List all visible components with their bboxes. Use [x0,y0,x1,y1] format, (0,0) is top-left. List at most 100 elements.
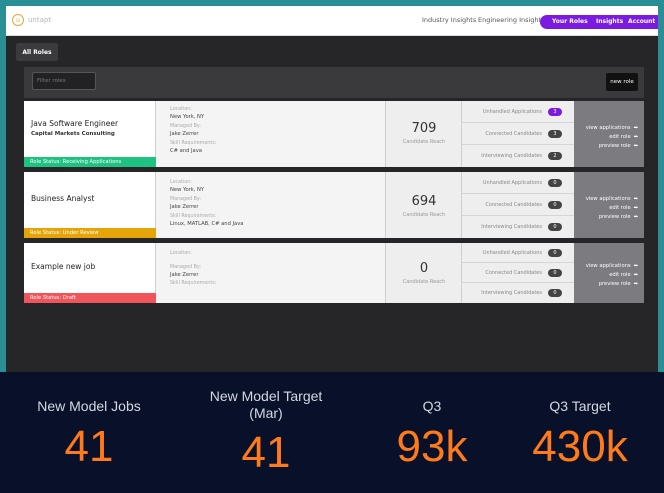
action-label: view applications [585,263,631,269]
action-label: edit role [609,205,631,211]
new-role-button[interactable]: new role [606,73,638,91]
role-actions: view applications ➡ edit role ➡ preview ro… [574,172,644,238]
count-row-unhandled[interactable]: Unhandled Applications 0 [462,172,574,194]
role-actions: view applications ➡ edit role ➡ preview ro… [574,243,644,303]
nav-account[interactable]: Account [628,18,655,25]
role-details: Location: Managed By: Jake Zerrer Skill … [156,243,386,303]
role-title: Example new job [31,262,96,271]
location-label: Location: [170,251,192,256]
stats-panel: New Model Jobs 41 New Model Target (Mar)… [0,372,664,493]
nav-insights[interactable]: Insights [596,18,623,25]
preview-role-link[interactable]: preview role ➡ [599,143,638,149]
role-status-bar: Role Status: Receiving Applications [24,157,156,167]
view-applications-link[interactable]: view applications ➡ [586,263,638,269]
action-label: edit role [609,272,631,278]
edit-role-link[interactable]: edit role ➡ [609,134,638,140]
view-applications-link[interactable]: view applications ➡ [586,125,638,131]
stat-q3-target: Q3 Target 430k [514,398,646,469]
count-row-interviewing[interactable]: Interviewing Candidates 0 [462,216,574,238]
count-label: Unhandled Applications [482,180,542,186]
count-row-connected[interactable]: Connected Candidates 0 [462,263,574,283]
skills-label: Skill Requirements: [170,281,217,286]
count-row-unhandled[interactable]: Unhandled Applications 0 [462,243,574,263]
count-badge: 3 [548,108,562,116]
role-title: Java Software Engineer [31,119,119,128]
count-row-interviewing[interactable]: Interviewing Candidates 2 [462,145,574,167]
nav-industry-insights[interactable]: Industry Insights [422,16,476,24]
arrow-right-icon: ➡ [633,263,638,269]
role-details: Location: New York, NY Managed By: Jake … [156,172,386,238]
location-value: New York, NY [170,114,205,120]
candidate-reach-value: 0 [419,261,429,276]
count-badge: 0 [548,269,562,277]
candidate-reach-label: Candidate Reach [402,212,446,218]
action-label: preview role [598,143,631,149]
candidate-reach: 694 Candidate Reach [386,172,462,238]
action-label: preview role [598,281,631,287]
nav-engineering-insights[interactable]: Engineering Insights [478,16,544,24]
action-label: preview role [598,214,631,220]
arrow-right-icon: ➡ [633,281,638,287]
tab-all-roles[interactable]: All Roles [16,43,58,61]
count-badge: 0 [548,223,562,231]
candidate-reach-value: 694 [411,194,437,209]
action-label: edit role [609,134,631,140]
stat-value: 41 [241,428,291,477]
managed-by-value: Jake Zerrer [170,131,199,137]
preview-role-link[interactable]: preview role ➡ [599,281,638,287]
count-label: Interviewing Candidates [481,224,542,230]
count-label: Connected Candidates [485,270,542,276]
candidate-counts: Unhandled Applications 0 Connected Candi… [462,243,574,303]
count-label: Interviewing Candidates [481,153,542,159]
count-badge: 0 [548,179,562,187]
count-label: Unhandled Applications [482,109,542,115]
arrow-right-icon: ➡ [633,125,638,131]
preview-role-link[interactable]: preview role ➡ [599,214,638,220]
count-row-connected[interactable]: Connected Candidates 3 [462,123,574,145]
skills-value: C# and Java [170,148,202,154]
role-actions: view applications ➡ edit role ➡ preview ro… [574,101,644,167]
count-badge: 0 [548,249,562,257]
role-title-box[interactable]: Business Analyst Role Status: Under Revi… [24,172,156,238]
count-label: Unhandled Applications [482,250,542,256]
arrow-right-icon: ➡ [633,143,638,149]
edit-role-link[interactable]: edit role ➡ [609,272,638,278]
arrow-right-icon: ➡ [633,205,638,211]
managed-by-value: Jake Zerrer [170,272,199,278]
edit-role-link[interactable]: edit role ➡ [609,205,638,211]
filter-roles-input[interactable] [32,72,96,90]
skills-label: Skill Requirements: [170,214,217,219]
count-row-connected[interactable]: Connected Candidates 0 [462,194,574,216]
stat-label: Q3 [422,398,442,414]
role-company: Capital Markets Consulting [31,131,115,137]
stat-q3: Q3 93k [380,398,484,469]
logo-text: untapt [28,16,52,24]
location-label: Location: [170,107,192,112]
action-label: view applications [585,125,631,131]
role-card: Java Software Engineer Capital Markets C… [24,101,644,167]
stat-value: 41 [64,422,114,471]
stat-new-model-jobs: New Model Jobs 41 [26,398,152,469]
action-label: view applications [585,196,631,202]
role-title-box[interactable]: Example new job Role Status: Draft [24,243,156,303]
stat-label: New Model Jobs [37,398,141,414]
count-badge: 3 [548,130,562,138]
count-label: Connected Candidates [485,202,542,208]
count-row-unhandled[interactable]: Unhandled Applications 3 [462,101,574,123]
candidate-reach-label: Candidate Reach [402,279,446,285]
skills-value: Linux, MATLAB, C# and Java [170,221,244,227]
nav-your-roles[interactable]: Your Roles [552,18,588,25]
view-applications-link[interactable]: view applications ➡ [586,196,638,202]
count-label: Connected Candidates [485,131,542,137]
filter-bar: new role [24,67,644,98]
logo[interactable]: u untapt [12,14,51,26]
count-row-interviewing[interactable]: Interviewing Candidates 0 [462,283,574,303]
role-details: Location: New York, NY Managed By: Jake … [156,101,386,167]
role-card: Example new job Role Status: Draft Locat… [24,243,644,303]
stat-value: 93k [396,422,468,471]
role-title-box[interactable]: Java Software Engineer Capital Markets C… [24,101,156,167]
location-label: Location: [170,180,192,185]
stat-new-model-target: New Model Target (Mar) 41 [192,388,340,475]
role-card: Business Analyst Role Status: Under Revi… [24,172,644,238]
role-status-bar: Role Status: Draft [24,293,156,303]
